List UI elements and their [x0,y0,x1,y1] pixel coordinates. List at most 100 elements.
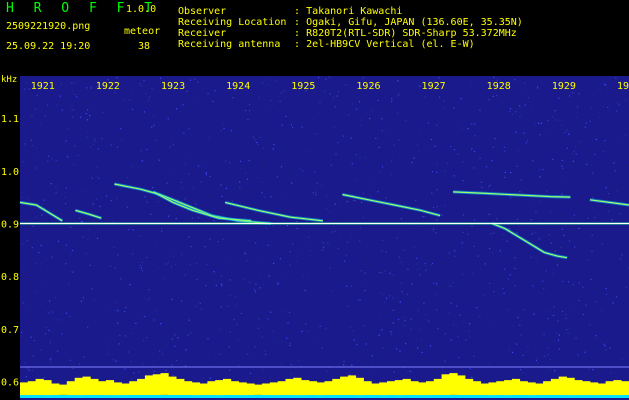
noise-speck [31,247,33,249]
noise-speck [558,334,560,336]
noise-speck [577,354,579,356]
noise-speck [432,263,434,265]
noise-speck [537,301,539,303]
noise-speck [417,144,419,146]
noise-speck [436,219,438,221]
noise-speck [153,115,155,117]
noise-speck [298,156,300,158]
noise-speck [345,84,347,86]
noise-speck [452,281,454,284]
noise-speck [205,172,207,174]
noise-speck [603,343,605,345]
noise-speck [269,99,271,101]
noise-speck [336,95,338,97]
noise-speck [421,302,423,304]
level-bar [441,374,450,395]
x-tick-label: 1929 [552,81,576,92]
noise-speck [547,119,549,121]
noise-speck [44,333,47,335]
noise-speck [538,122,540,124]
noise-speck [163,277,165,279]
noise-speck [117,322,119,324]
noise-speck [21,264,23,266]
noise-speck [284,263,286,265]
noise-speck [23,88,25,90]
level-bar [199,383,208,395]
noise-speck [348,114,350,116]
noise-speck [589,150,591,152]
noise-speck [98,177,100,179]
noise-speck [405,120,407,122]
noise-speck [331,290,333,292]
noise-speck [28,88,30,90]
noise-speck [232,135,234,137]
noise-speck [168,255,171,257]
noise-speck [502,340,504,342]
noise-speck [183,368,185,370]
noise-speck [222,238,224,240]
noise-speck [70,226,72,228]
level-bar [66,381,75,395]
noise-speck [398,139,400,141]
noise-speck [413,157,415,159]
info-sep: : [294,39,301,50]
noise-speck [201,319,203,321]
noise-speck [320,357,323,359]
noise-speck [423,302,425,304]
noise-speck [538,238,540,240]
noise-speck [397,80,399,82]
noise-speck [85,252,87,255]
noise-speck [561,193,563,195]
noise-speck [252,83,254,85]
noise-speck [592,197,594,199]
noise-speck [479,109,481,111]
noise-speck [433,228,435,230]
noise-speck [274,80,277,82]
noise-speck [418,150,420,152]
noise-speck [608,193,610,195]
noise-speck [175,263,177,265]
noise-speck [541,122,543,124]
noise-speck [205,173,207,176]
noise-speck [153,370,155,372]
noise-speck [95,198,97,200]
info-value: 2el-HB9CV Vertical (el. E-W) [306,39,475,50]
noise-speck [526,140,529,142]
noise-speck [86,131,88,133]
level-bar [394,380,403,396]
noise-speck [568,133,570,135]
noise-speck [393,144,395,146]
noise-speck [292,172,294,174]
level-bar [621,381,629,395]
noise-speck [144,315,146,318]
noise-speck [425,314,427,316]
noise-speck [572,308,574,311]
noise-speck [90,227,92,229]
noise-speck [197,216,200,219]
noise-speck [280,92,282,94]
noise-speck [562,167,564,170]
noise-speck [369,118,371,120]
noise-speck [283,260,285,262]
noise-speck [416,257,418,259]
noise-speck [65,187,67,189]
noise-speck [138,235,141,237]
noise-speck [106,195,108,197]
noise-speck [272,225,274,227]
noise-speck [381,166,384,168]
noise-speck [447,256,450,258]
noise-speck [159,350,161,352]
level-bar [558,376,567,395]
noise-speck [418,128,420,130]
noise-speck [265,227,267,229]
noise-speck [212,100,214,102]
noise-speck [521,126,523,128]
noise-speck [444,170,446,172]
noise-speck [126,206,128,209]
noise-speck [549,358,551,360]
noise-speck [578,282,580,284]
noise-speck [71,249,74,252]
noise-speck [451,289,453,291]
noise-speck [22,161,24,163]
noise-speck [575,311,577,313]
